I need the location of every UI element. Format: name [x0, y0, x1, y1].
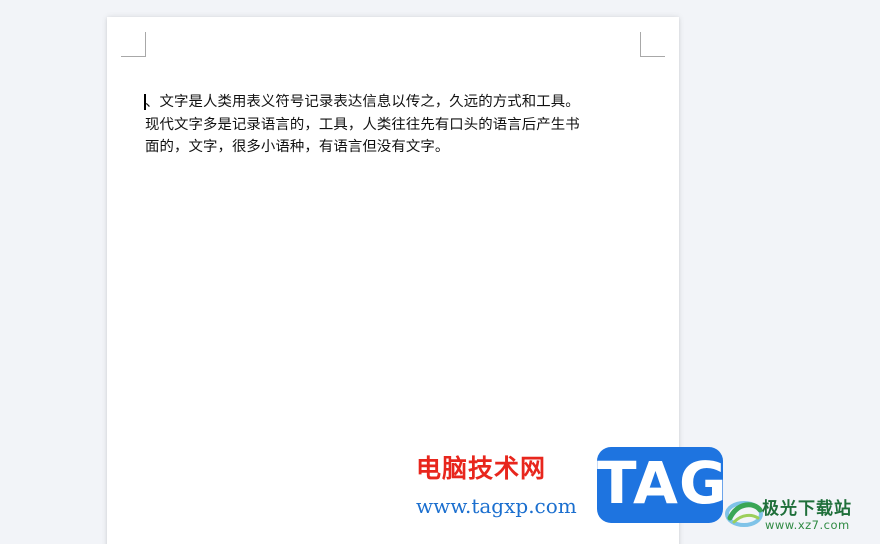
- watermark-site-name: 电脑技术网: [416, 454, 547, 483]
- document-line: 面的，文字，很多小语种，有语言但没有文字。: [145, 139, 450, 155]
- margin-marker-top-right: [640, 32, 665, 57]
- tag-logo-text: TAG: [597, 449, 728, 517]
- aurora-logo-icon: [725, 501, 763, 527]
- secondary-site-url: www.xz7.com: [765, 518, 850, 532]
- watermark-site-url: www.tagxp.com: [416, 494, 577, 518]
- document-line: 、文字是人类用表义符号记录表达信息以传之，久远的方式和工具。: [145, 94, 580, 110]
- document-page[interactable]: 、文字是人类用表义符号记录表达信息以传之，久远的方式和工具。 现代文字多是记录语…: [107, 17, 679, 544]
- document-body-text[interactable]: 、文字是人类用表义符号记录表达信息以传之，久远的方式和工具。 现代文字多是记录语…: [145, 91, 645, 159]
- document-line: 现代文字多是记录语言的，工具，人类往往先有口头的语言后产生书: [145, 116, 580, 133]
- editor-canvas: 、文字是人类用表义符号记录表达信息以传之，久远的方式和工具。 现代文字多是记录语…: [0, 0, 880, 544]
- secondary-site-name: 极光下载站: [762, 499, 852, 519]
- margin-marker-top-left: [121, 32, 146, 57]
- tag-logo: TAG: [597, 447, 728, 523]
